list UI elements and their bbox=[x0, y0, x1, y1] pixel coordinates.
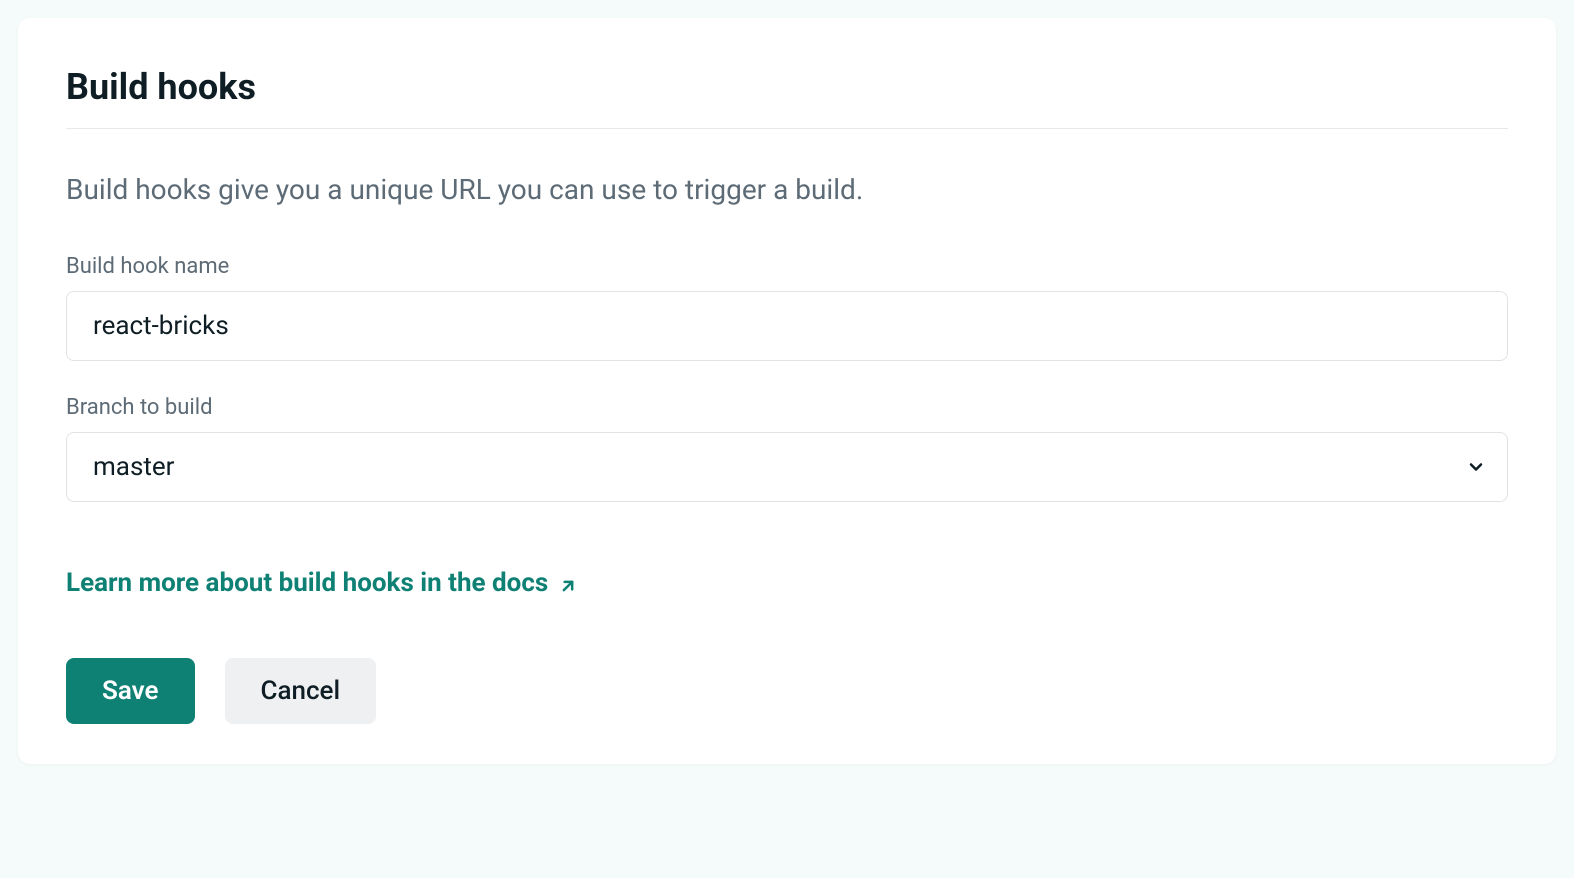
divider bbox=[66, 128, 1508, 129]
hook-name-label: Build hook name bbox=[66, 254, 1508, 279]
docs-link-label: Learn more about build hooks in the docs bbox=[66, 568, 548, 598]
hook-name-input[interactable] bbox=[66, 291, 1508, 361]
build-hooks-card: Build hooks Build hooks give you a uniqu… bbox=[18, 18, 1556, 764]
section-title: Build hooks bbox=[66, 66, 1508, 108]
cancel-button[interactable]: Cancel bbox=[225, 658, 377, 724]
action-buttons: Save Cancel bbox=[66, 658, 1508, 724]
hook-name-group: Build hook name bbox=[66, 254, 1508, 361]
branch-label: Branch to build bbox=[66, 395, 1508, 420]
branch-select-wrapper: master bbox=[66, 432, 1508, 502]
branch-select[interactable]: master bbox=[66, 432, 1508, 502]
branch-group: Branch to build master bbox=[66, 395, 1508, 502]
save-button[interactable]: Save bbox=[66, 658, 195, 724]
section-description: Build hooks give you a unique URL you ca… bbox=[66, 173, 1508, 206]
docs-link[interactable]: Learn more about build hooks in the docs bbox=[66, 568, 578, 598]
external-link-icon bbox=[558, 573, 578, 593]
